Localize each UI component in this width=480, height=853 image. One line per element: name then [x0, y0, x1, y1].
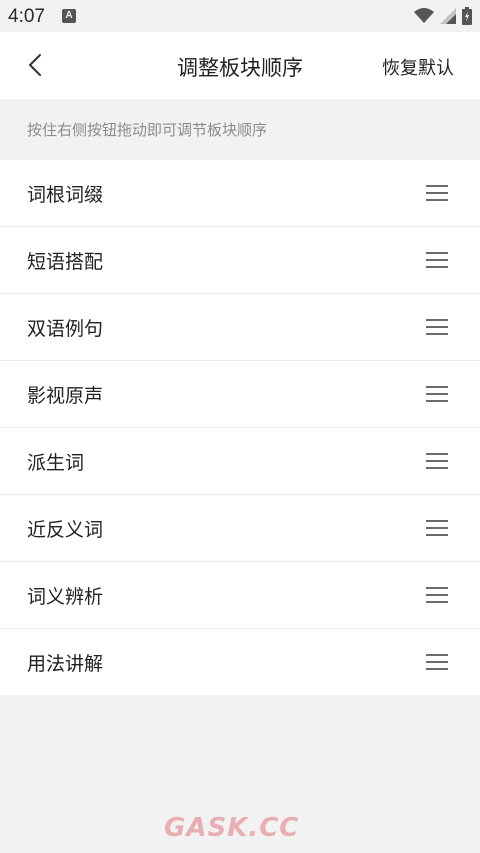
section-list: 词根词缀 短语搭配 双语例句 影视原声 派生词 近反义词 词义辨析 用法讲解 — [0, 160, 480, 695]
section-label: 影视原声 — [27, 384, 104, 407]
list-item: 词根词缀 — [0, 160, 480, 227]
list-item: 近反义词 — [0, 495, 480, 562]
status-time: 4:07 — [8, 6, 45, 27]
drag-handle-icon[interactable] — [426, 386, 448, 402]
section-label: 用法讲解 — [27, 652, 104, 675]
drag-handle-icon[interactable] — [426, 453, 448, 469]
battery-icon — [462, 7, 472, 25]
chevron-left-icon — [29, 54, 41, 76]
section-label: 词根词缀 — [27, 183, 104, 206]
list-item: 用法讲解 — [0, 629, 480, 695]
notification-icon: A — [62, 9, 76, 23]
hint-text: 按住右侧按钮拖动即可调节板块顺序 — [27, 121, 268, 139]
drag-handle-icon[interactable] — [426, 654, 448, 670]
drag-handle-icon[interactable] — [426, 520, 448, 536]
section-label: 词义辨析 — [27, 585, 104, 608]
drag-handle-icon[interactable] — [426, 587, 448, 603]
status-bar: 4:07 A — [0, 0, 480, 32]
list-item: 派生词 — [0, 428, 480, 495]
status-icons — [414, 7, 472, 25]
section-label: 近反义词 — [27, 518, 104, 541]
section-label: 双语例句 — [27, 317, 104, 340]
header-bar: 调整板块顺序 恢复默认 — [0, 32, 480, 99]
drag-handle-icon[interactable] — [426, 252, 448, 268]
back-button[interactable] — [22, 52, 48, 78]
section-label: 短语搭配 — [27, 250, 104, 273]
list-item: 短语搭配 — [0, 227, 480, 294]
hint-bar: 按住右侧按钮拖动即可调节板块顺序 — [0, 99, 480, 159]
wifi-icon — [414, 8, 434, 23]
signal-icon — [440, 8, 456, 24]
drag-handle-icon[interactable] — [426, 185, 448, 201]
drag-handle-icon[interactable] — [426, 319, 448, 335]
reset-default-button[interactable]: 恢复默认 — [382, 54, 454, 80]
list-item: 影视原声 — [0, 361, 480, 428]
watermark: GASK.CC — [164, 813, 300, 843]
list-item: 双语例句 — [0, 294, 480, 361]
list-item: 词义辨析 — [0, 562, 480, 629]
section-label: 派生词 — [27, 451, 85, 474]
